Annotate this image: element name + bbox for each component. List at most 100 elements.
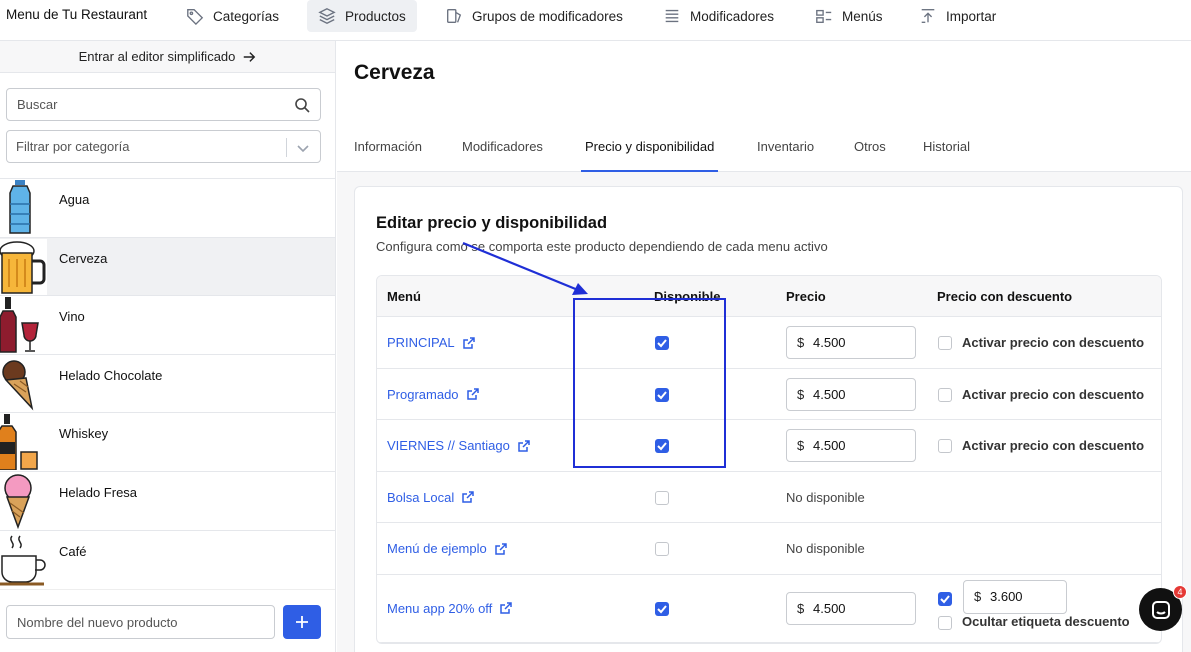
product-sidebar: Entrar al editor simplificado Filtrar po…: [0, 41, 336, 652]
external-link-icon: [494, 542, 507, 555]
modifier-groups-icon: [447, 9, 462, 23]
nav-item-menus[interactable]: Menús: [804, 0, 894, 32]
menu-link[interactable]: Menu app 20% off: [387, 600, 513, 616]
menu-link[interactable]: PRINCIPAL: [387, 335, 475, 350]
menu-name: Menú de ejemplo: [387, 541, 487, 556]
nav-item-categorias[interactable]: Categorías: [175, 0, 290, 32]
price-input[interactable]: $ 4.500: [786, 591, 916, 625]
whiskey-icon: [0, 414, 47, 471]
tab-informacion[interactable]: Información: [354, 139, 422, 172]
beer-mug-icon: [0, 238, 47, 295]
tag-icon: [187, 9, 204, 25]
nav-item-label: Menús: [842, 8, 883, 24]
discount-checkbox[interactable]: [938, 591, 952, 606]
product-item-vino[interactable]: Vino: [0, 295, 335, 354]
chat-icon: [1151, 600, 1170, 619]
product-item-whiskey[interactable]: Whiskey: [0, 412, 335, 471]
tab-precio-disponibilidad[interactable]: Precio y disponibilidad: [581, 139, 719, 172]
product-name: Agua: [59, 192, 90, 207]
list-icon: [665, 9, 679, 23]
product-item-agua[interactable]: Agua: [0, 178, 335, 237]
price-value: 4.500: [813, 600, 846, 616]
check-icon: [657, 604, 667, 613]
product-item-helado-fresa[interactable]: Helado Fresa: [0, 470, 335, 530]
tab-historial[interactable]: Historial: [923, 139, 970, 172]
category-filter-placeholder: Filtrar por categoría: [16, 139, 130, 154]
tab-otros[interactable]: Otros: [854, 139, 886, 172]
price-input[interactable]: $ 4.500: [786, 429, 916, 462]
price-value: 4.500: [813, 335, 846, 350]
coffee-cup-icon: [0, 531, 47, 588]
annotation-highlight-box: [573, 298, 726, 468]
water-bottle-icon: [0, 180, 47, 236]
price-table: Menú Disponible Precio Precio con descue…: [376, 275, 1162, 644]
table-row: Menú de ejemplo No disponible: [377, 523, 1161, 575]
column-header-precio: Precio: [786, 289, 826, 304]
available-checkbox[interactable]: [655, 490, 669, 505]
arrow-right-icon: [244, 51, 256, 62]
menu-name: Menu app 20% off: [387, 600, 493, 616]
discount-price-input[interactable]: $ 3.600: [963, 579, 1067, 614]
category-filter-select[interactable]: Filtrar por categoría: [6, 130, 321, 163]
available-checkbox[interactable]: [655, 601, 669, 616]
currency-symbol: $: [797, 335, 805, 350]
nav-item-productos[interactable]: Productos: [307, 0, 417, 32]
simplified-editor-label: Entrar al editor simplificado: [78, 49, 236, 64]
available-checkbox[interactable]: [655, 542, 669, 556]
layers-icon: [318, 8, 336, 24]
column-header-menu: Menú: [387, 289, 421, 304]
menu-name: Bolsa Local: [387, 489, 455, 505]
nav-item-grupos-modificadores[interactable]: Grupos de modificadores: [434, 0, 634, 32]
nav-item-label: Grupos de modificadores: [472, 8, 623, 24]
product-name: Vino: [59, 309, 85, 325]
search-input[interactable]: [7, 89, 267, 120]
nav-item-importar[interactable]: Importar: [908, 0, 1007, 32]
table-row: PRINCIPAL $ 4.500 Activar precio con des…: [377, 317, 1161, 369]
search-icon[interactable]: [294, 97, 310, 113]
nav-item-modificadores[interactable]: Modificadores: [652, 0, 785, 32]
currency-symbol: $: [797, 386, 805, 402]
discount-checkbox[interactable]: [938, 387, 952, 402]
product-item-cafe[interactable]: Café: [0, 529, 335, 589]
currency-symbol: $: [797, 438, 805, 453]
nav-item-label: Categorías: [213, 8, 280, 24]
table-row: Programado $ 4.500 Activar precio con de…: [377, 369, 1161, 420]
card-subtitle: Configura como se comporta este producto…: [376, 239, 828, 254]
discount-checkbox[interactable]: [938, 439, 952, 453]
chat-launcher-button[interactable]: 4: [1139, 585, 1187, 631]
chevron-down-icon[interactable]: [296, 141, 310, 155]
hide-discount-label-checkbox[interactable]: [938, 615, 952, 630]
discount-checkbox[interactable]: [938, 336, 952, 350]
nav-item-label: Importar: [946, 8, 997, 24]
price-input[interactable]: $ 4.500: [786, 326, 916, 359]
currency-symbol: $: [797, 600, 805, 616]
brand-name[interactable]: Menu de Tu Restaurant: [6, 7, 147, 22]
add-product-button[interactable]: [283, 605, 321, 639]
new-product-bar: [0, 589, 335, 652]
tab-panel: Editar precio y disponibilidad Configura…: [337, 172, 1191, 652]
price-input[interactable]: $ 4.500: [786, 377, 916, 411]
price-availability-card: Editar precio y disponibilidad Configura…: [354, 186, 1183, 652]
product-item-helado-chocolate[interactable]: Helado Chocolate: [0, 353, 335, 413]
page-title: Cerveza: [354, 61, 435, 84]
nav-item-label: Productos: [345, 8, 406, 24]
menu-link[interactable]: Programado: [387, 387, 479, 402]
not-available-text: No disponible: [786, 541, 865, 556]
import-icon: [921, 9, 935, 23]
strawberry-ice-cream-icon: [0, 472, 47, 529]
tab-inventario[interactable]: Inventario: [757, 139, 814, 172]
table-row: Bolsa Local No disponible: [377, 472, 1161, 523]
simplified-editor-link[interactable]: Entrar al editor simplificado: [0, 41, 335, 73]
external-link-icon: [462, 336, 475, 349]
menu-link[interactable]: Bolsa Local: [387, 490, 474, 505]
tab-modificadores[interactable]: Modificadores: [462, 139, 543, 172]
discount-label: Activar precio con descuento: [962, 335, 1145, 350]
new-product-input[interactable]: [6, 605, 275, 639]
menu-name: Programado: [387, 386, 459, 402]
product-item-cerveza[interactable]: Cerveza: [0, 236, 335, 296]
product-name: Cerveza: [59, 250, 108, 266]
menu-link[interactable]: Menú de ejemplo: [387, 541, 507, 556]
nav-item-label: Modificadores: [690, 8, 775, 24]
card-title: Editar precio y disponibilidad: [376, 214, 608, 232]
menu-link[interactable]: VIERNES // Santiago: [387, 438, 530, 453]
